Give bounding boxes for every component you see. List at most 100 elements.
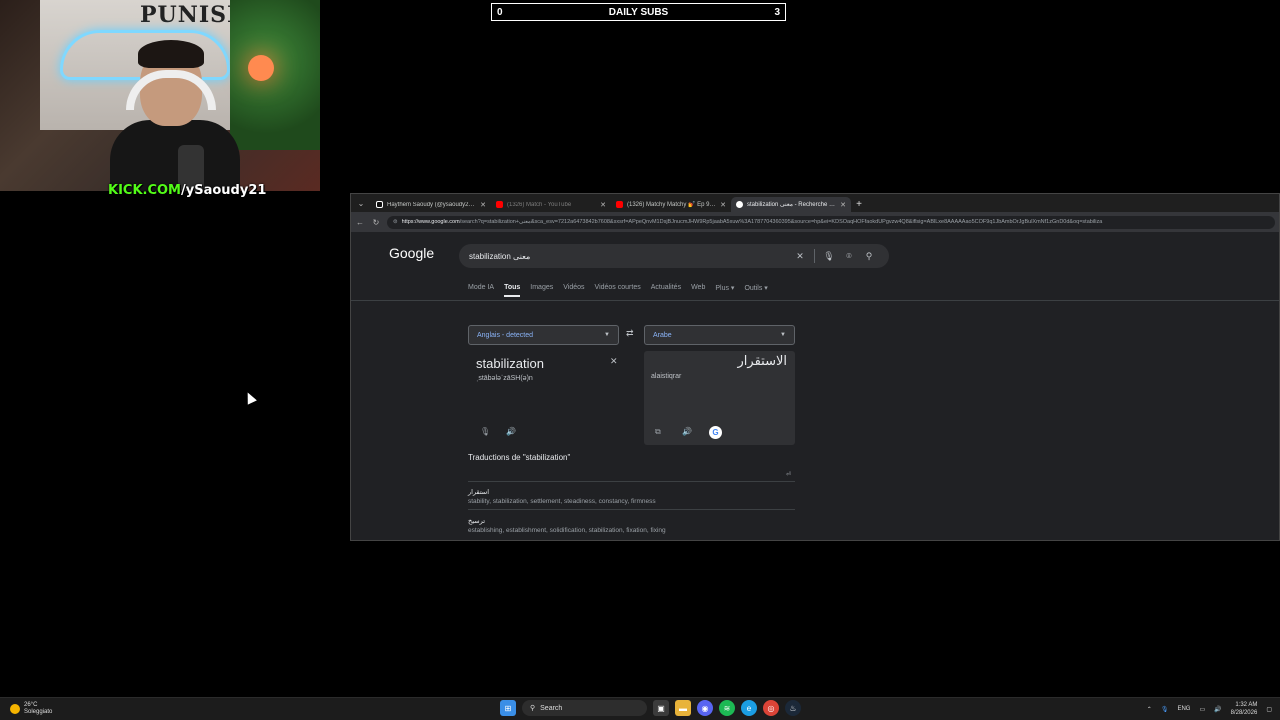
source-text-panel[interactable]: stabilization ˌstābələˈzāSH(ə)n ✕ 🎙 🔊 <box>468 350 628 445</box>
kick-banner: KICK.COM/ySaoudy21 <box>108 183 266 198</box>
streamer <box>110 40 240 191</box>
microphone-icon[interactable]: 🎙 <box>480 427 490 436</box>
webcam-feed: PUNISHER <box>0 0 320 191</box>
tab-title: (1326) Match - YouTube <box>507 201 572 208</box>
weather-desc: Soleggiato <box>24 709 53 715</box>
clock-date: 8/28/2026 <box>1230 710 1258 716</box>
steam-icon[interactable]: ♨ <box>785 700 801 716</box>
source-word[interactable]: stabilization <box>476 356 544 371</box>
youtube-favicon-icon <box>496 201 503 208</box>
daily-subs-right: 3 <box>774 6 780 18</box>
daily-subs-bar: 0 DAILY SUBS 3 <box>491 3 786 21</box>
clear-search-icon[interactable]: ✕ <box>790 251 810 262</box>
weather-temp: 26°C <box>24 702 38 708</box>
streamer-hair <box>138 40 204 68</box>
task-view-icon[interactable]: ▣ <box>653 700 669 716</box>
tab-web[interactable]: Web <box>691 284 705 297</box>
weather-widget[interactable]: 26°C Soleggiato <box>10 702 52 716</box>
taskbar-search[interactable]: ⚲ Search <box>522 700 647 716</box>
file-explorer-icon[interactable]: ▬ <box>675 700 691 716</box>
google-logo[interactable]: Google <box>389 245 434 261</box>
windows-start-icon[interactable]: ⊞ <box>500 700 516 716</box>
chevron-up-icon[interactable]: ⌃ <box>1147 706 1152 713</box>
tab-bar: ⌄ Haythem Saoudy (@ysaoudy21) | ✕ (1326)… <box>351 194 1279 212</box>
kick-prefix: KICK.COM <box>108 183 181 198</box>
source-phonetic: ˌstābələˈzāSH(ə)n <box>476 375 533 382</box>
search-icon[interactable]: ⚲ <box>859 251 879 262</box>
daily-subs-left: 0 <box>497 6 503 18</box>
url-field[interactable]: ⊜ https://www.google.com/search?q=stabil… <box>387 215 1275 229</box>
swap-languages-icon[interactable]: ⇄ <box>626 328 634 339</box>
kick-handle: /ySaoudy21 <box>181 183 267 198</box>
mouse-cursor-icon <box>243 390 257 405</box>
tab-google-search[interactable]: stabilization معنى - Recherche Go ✕ <box>731 197 851 212</box>
translation-row[interactable]: ترسيخ establishing, establishment, solid… <box>468 517 795 534</box>
tab-close-icon[interactable]: ✕ <box>720 201 726 209</box>
keyboard-hint-icon: ⏎ <box>786 472 792 478</box>
site-info-icon[interactable]: ⊜ <box>393 219 398 225</box>
streamer-body <box>110 120 240 191</box>
back-arrow-icon[interactable]: ← <box>355 218 365 227</box>
tab-videos-courtes[interactable]: Vidéos courtes <box>595 284 641 297</box>
target-language-select[interactable]: Arabe ▼ <box>644 325 795 345</box>
taskbar-apps: ⊞ ⚲ Search ▣ ▬ ◉ ≋ e ◎ ♨ <box>500 700 801 716</box>
tab-title: stabilization معنى - Recherche Go <box>747 202 837 208</box>
copy-icon[interactable]: ⧉ <box>655 427 661 437</box>
translations-title: Traductions de "stabilization" <box>468 453 571 462</box>
youtube-favicon-icon <box>616 201 623 208</box>
source-language-label: Anglais - detected <box>477 331 534 339</box>
clock-time: 1:32 AM <box>1235 702 1258 708</box>
speaker-icon[interactable]: 🔊 <box>682 427 692 436</box>
tab-actualites[interactable]: Actualités <box>651 284 681 297</box>
volume-icon[interactable]: 🔊 <box>1214 706 1221 713</box>
tab-youtube-matchy[interactable]: (1326) Matchy Matchy 💅 Ep 91 / ✕ <box>611 197 731 212</box>
url-host: https://www.google.com <box>401 219 460 225</box>
spotify-icon[interactable]: ≋ <box>719 700 735 716</box>
chrome-icon[interactable]: ◎ <box>763 700 779 716</box>
edge-browser-icon[interactable]: e <box>741 700 757 716</box>
tab-plus[interactable]: Plus ▾ <box>715 284 734 297</box>
reload-icon[interactable]: ↻ <box>371 218 381 227</box>
new-tab-icon[interactable]: + <box>851 197 867 212</box>
sun-icon <box>10 704 20 714</box>
search-query[interactable]: stabilization معنى <box>469 252 790 261</box>
clock[interactable]: 1:32 AM 8/28/2026 <box>1231 701 1258 717</box>
target-language-label: Arabe <box>653 331 672 339</box>
tab-images[interactable]: Images <box>530 284 553 297</box>
tab-tous[interactable]: Tous <box>504 284 521 297</box>
search-box[interactable]: stabilization معنى ✕ 🎙 ⌾ ⚲ <box>459 244 889 268</box>
tab-mode-ia[interactable]: Mode IA <box>468 284 494 297</box>
tab-videos[interactable]: Vidéos <box>563 284 584 297</box>
tab-outils[interactable]: Outils ▾ <box>744 284 767 297</box>
notification-icon[interactable]: ▢ <box>1266 706 1272 713</box>
tiktok-favicon-icon <box>376 201 383 208</box>
keyboard-language[interactable]: ENG <box>1177 706 1190 712</box>
translation-row[interactable]: استقرار stability, stabilization, settle… <box>468 488 795 510</box>
display-icon[interactable]: ▭ <box>1199 706 1205 713</box>
chevron-down-icon: ▼ <box>604 332 610 338</box>
system-tray: ⌃ 🎙 ENG ▭ 🔊 1:32 AM 8/28/2026 ▢ <box>1147 701 1272 717</box>
row-divider <box>468 509 795 510</box>
speaker-icon[interactable]: 🔊 <box>506 427 516 436</box>
google-translate-icon[interactable]: G <box>709 426 722 439</box>
tab-close-icon[interactable]: ✕ <box>840 201 846 209</box>
google-favicon-icon <box>736 201 743 208</box>
taskbar-search-label: Search <box>540 704 563 712</box>
translation-english: stability, stabilization, settlement, st… <box>468 498 656 505</box>
source-language-select[interactable]: Anglais - detected ▼ <box>468 325 619 345</box>
discord-icon[interactable]: ◉ <box>697 700 713 716</box>
tab-title: Haythem Saoudy (@ysaoudy21) | <box>387 201 477 208</box>
clear-text-icon[interactable]: ✕ <box>610 356 618 367</box>
tab-search-dropdown-icon[interactable]: ⌄ <box>351 194 371 212</box>
tab-youtube-match[interactable]: (1326) Match - YouTube ✕ <box>491 197 611 212</box>
search-divider <box>814 249 815 263</box>
daily-subs-title: DAILY SUBS <box>608 6 669 18</box>
target-romanization: alaistiqrar <box>651 373 682 380</box>
tab-kick[interactable]: Haythem Saoudy (@ysaoudy21) | ✕ <box>371 197 491 212</box>
lens-search-icon[interactable]: ⌾ <box>839 251 859 262</box>
microphone-tray-icon[interactable]: 🎙 <box>1161 706 1169 713</box>
tab-close-icon[interactable]: ✕ <box>480 201 486 209</box>
tabs-divider <box>351 300 1279 301</box>
voice-search-icon[interactable]: 🎙 <box>819 251 839 262</box>
tab-close-icon[interactable]: ✕ <box>600 201 606 209</box>
